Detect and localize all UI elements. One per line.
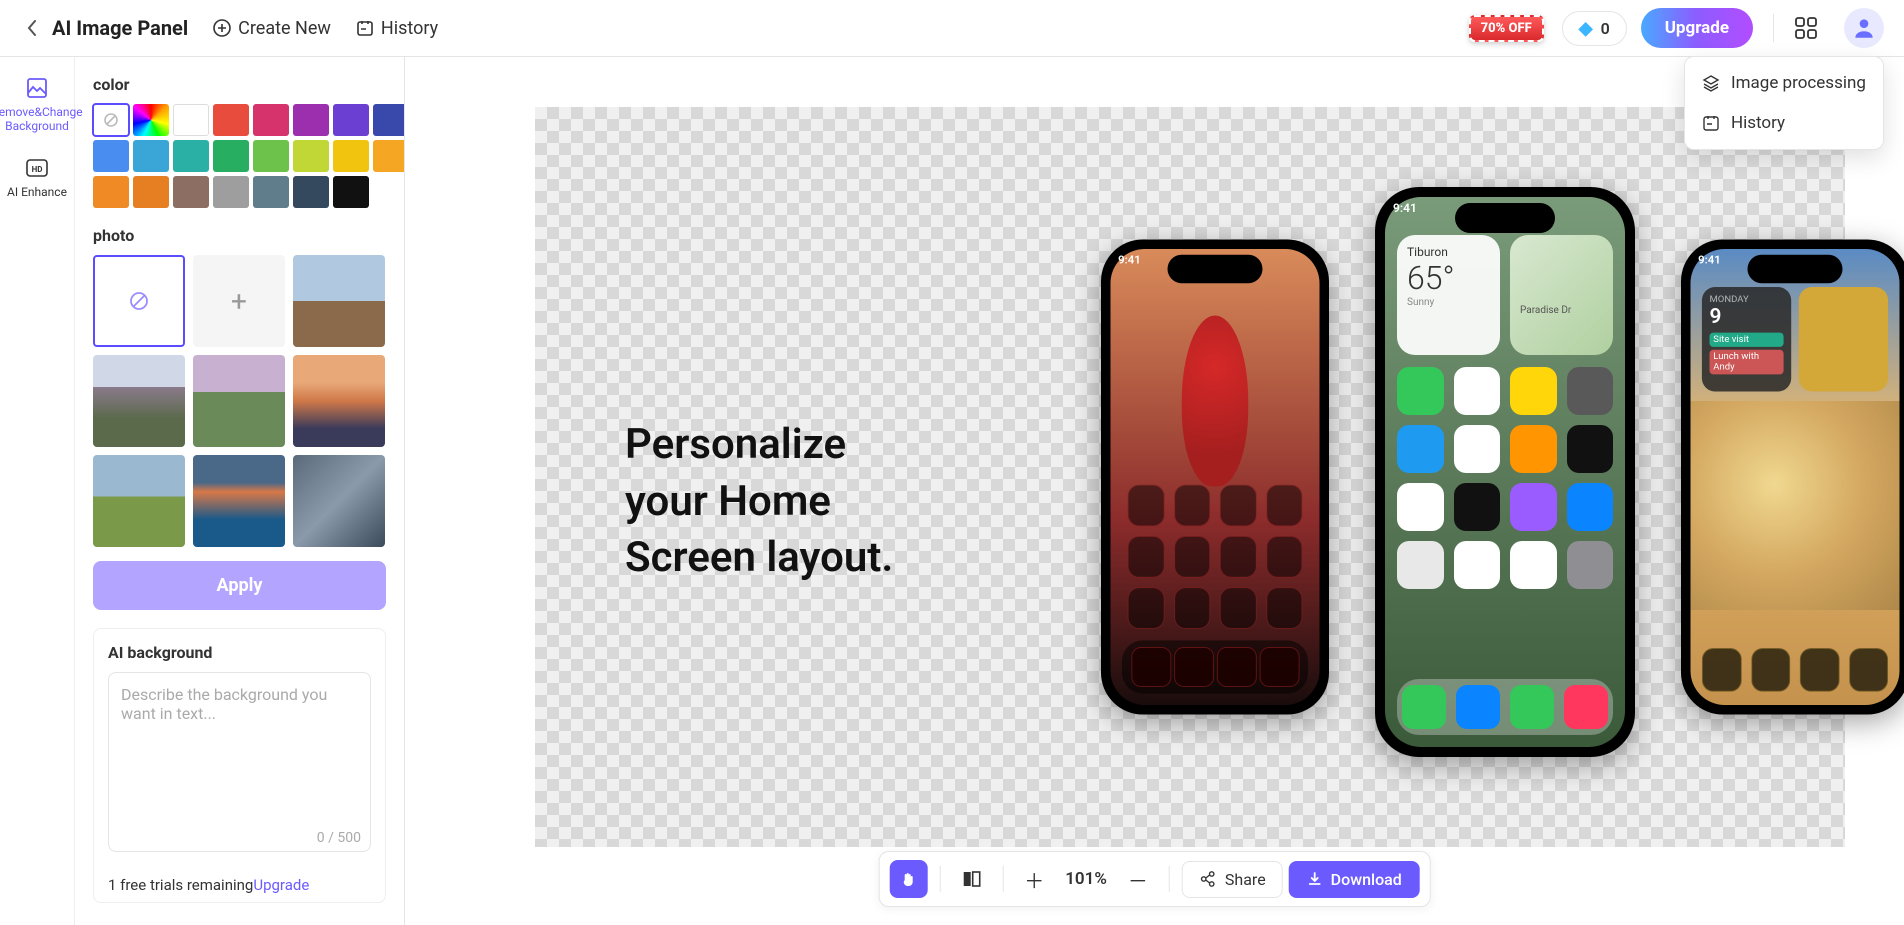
- swatch-white[interactable]: [173, 104, 209, 136]
- phone-mockup-3: 9:41 MONDAY9Site visitLunch with Andy: [1681, 240, 1904, 715]
- photo-option[interactable]: [293, 255, 385, 347]
- zoom-out-button[interactable]: －: [1119, 860, 1157, 898]
- canvas-area[interactable]: Personalize your Home Screen layout. 9:4…: [405, 57, 1904, 925]
- layers-icon: [1701, 73, 1721, 93]
- swatch-color[interactable]: [373, 140, 405, 172]
- color-swatch-grid: [93, 104, 386, 208]
- photo-section-label: photo: [93, 226, 386, 245]
- apps-grid-button[interactable]: [1794, 14, 1822, 42]
- credits-pill[interactable]: ◆ 0: [1562, 11, 1627, 46]
- gem-icon: ◆: [1579, 18, 1593, 39]
- download-button[interactable]: Download: [1289, 861, 1420, 898]
- swatch-color[interactable]: [333, 176, 369, 208]
- swatch-color[interactable]: [373, 104, 405, 136]
- ai-bg-label: AI background: [108, 643, 371, 662]
- photo-option[interactable]: [193, 355, 285, 447]
- swatch-color[interactable]: [293, 176, 329, 208]
- create-new-button[interactable]: Create New: [212, 18, 331, 39]
- photo-option[interactable]: [293, 455, 385, 547]
- zoom-value: 101%: [1059, 869, 1113, 889]
- popover-history[interactable]: History: [1685, 103, 1883, 143]
- topbar: AI Image Panel Create New History 70% OF…: [0, 0, 1904, 57]
- swatch-color[interactable]: [133, 140, 169, 172]
- trials-text: 1 free trials remainingUpgrade: [108, 876, 371, 894]
- photo-grid: +: [93, 255, 386, 547]
- map-widget: Paradise Dr: [1510, 235, 1613, 355]
- remove-bg-icon: [24, 75, 50, 101]
- compare-button[interactable]: [952, 860, 990, 898]
- swatch-color[interactable]: [213, 140, 249, 172]
- swatch-color[interactable]: [253, 104, 289, 136]
- swatch-color[interactable]: [333, 140, 369, 172]
- swatch-color[interactable]: [253, 140, 289, 172]
- history-icon: [1701, 113, 1721, 133]
- page-title: AI Image Panel: [52, 16, 188, 40]
- swatch-color[interactable]: [293, 140, 329, 172]
- history-icon: [355, 18, 375, 38]
- user-icon: [1851, 15, 1877, 41]
- ai-background-input[interactable]: [108, 672, 371, 852]
- download-icon: [1307, 871, 1323, 887]
- canvas-image[interactable]: Personalize your Home Screen layout. 9:4…: [535, 107, 1845, 847]
- phone-mockup-2: 9:41 Tiburon 65° Sunny Paradise Dr: [1375, 187, 1635, 757]
- swatch-color[interactable]: [93, 176, 129, 208]
- trials-upgrade-link[interactable]: Upgrade: [253, 876, 309, 894]
- history-label: History: [381, 18, 438, 39]
- divider: [1773, 14, 1774, 42]
- swatch-color[interactable]: [333, 104, 369, 136]
- photo-option[interactable]: [93, 355, 185, 447]
- popover-image-processing[interactable]: Image processing: [1685, 63, 1883, 103]
- photo-option[interactable]: [293, 355, 385, 447]
- photo-add[interactable]: +: [193, 255, 285, 347]
- avatar[interactable]: [1844, 8, 1884, 48]
- share-button[interactable]: Share: [1182, 861, 1283, 898]
- swatch-color[interactable]: [213, 104, 249, 136]
- credits-value: 0: [1601, 19, 1610, 38]
- apply-button[interactable]: Apply: [93, 561, 386, 610]
- bottom-toolbar: ＋ 101% － Share Download: [878, 851, 1431, 907]
- apps-popover: Image processing History: [1684, 56, 1884, 150]
- plus-circle-icon: [212, 18, 232, 38]
- swatch-color[interactable]: [173, 140, 209, 172]
- svg-text:HD: HD: [32, 165, 43, 174]
- swatch-none[interactable]: [93, 104, 129, 136]
- create-new-label: Create New: [238, 18, 331, 39]
- swatch-picker[interactable]: [133, 104, 169, 136]
- photo-none[interactable]: [93, 255, 185, 347]
- swatch-color[interactable]: [293, 104, 329, 136]
- hd-icon: HD: [24, 155, 50, 181]
- zoom-in-button[interactable]: ＋: [1015, 860, 1053, 898]
- rail-ai-enhance[interactable]: HD AI Enhance: [0, 147, 74, 213]
- weather-widget: Tiburon 65° Sunny: [1397, 235, 1500, 355]
- swatch-color[interactable]: [93, 140, 129, 172]
- hero-text: Personalize your Home Screen layout.: [625, 417, 893, 587]
- swatch-color[interactable]: [253, 176, 289, 208]
- photo-option[interactable]: [193, 455, 285, 547]
- photo-option[interactable]: [93, 455, 185, 547]
- share-icon: [1199, 870, 1217, 888]
- phone-mockups: 9:41 9:41 Tiburon 65° Sunny: [1095, 187, 1904, 757]
- char-counter: 0 / 500: [98, 830, 361, 846]
- phone-mockup-1: 9:41: [1101, 240, 1329, 715]
- back-button[interactable]: [20, 16, 44, 40]
- side-panel: color photo + Apply: [75, 57, 405, 925]
- history-button[interactable]: History: [355, 18, 438, 39]
- swatch-color[interactable]: [173, 176, 209, 208]
- promo-badge[interactable]: 70% OFF: [1469, 15, 1544, 42]
- color-section-label: color: [93, 75, 386, 94]
- upgrade-button[interactable]: Upgrade: [1641, 8, 1753, 48]
- rail-remove-bg[interactable]: Remove&Change Background: [0, 67, 74, 147]
- swatch-color[interactable]: [133, 176, 169, 208]
- swatch-color[interactable]: [213, 176, 249, 208]
- ai-background-card: AI background 0 / 500 1 free trials rema…: [93, 628, 386, 903]
- tool-rail: Remove&Change Background HD AI Enhance: [0, 57, 75, 925]
- hand-tool-button[interactable]: [889, 860, 927, 898]
